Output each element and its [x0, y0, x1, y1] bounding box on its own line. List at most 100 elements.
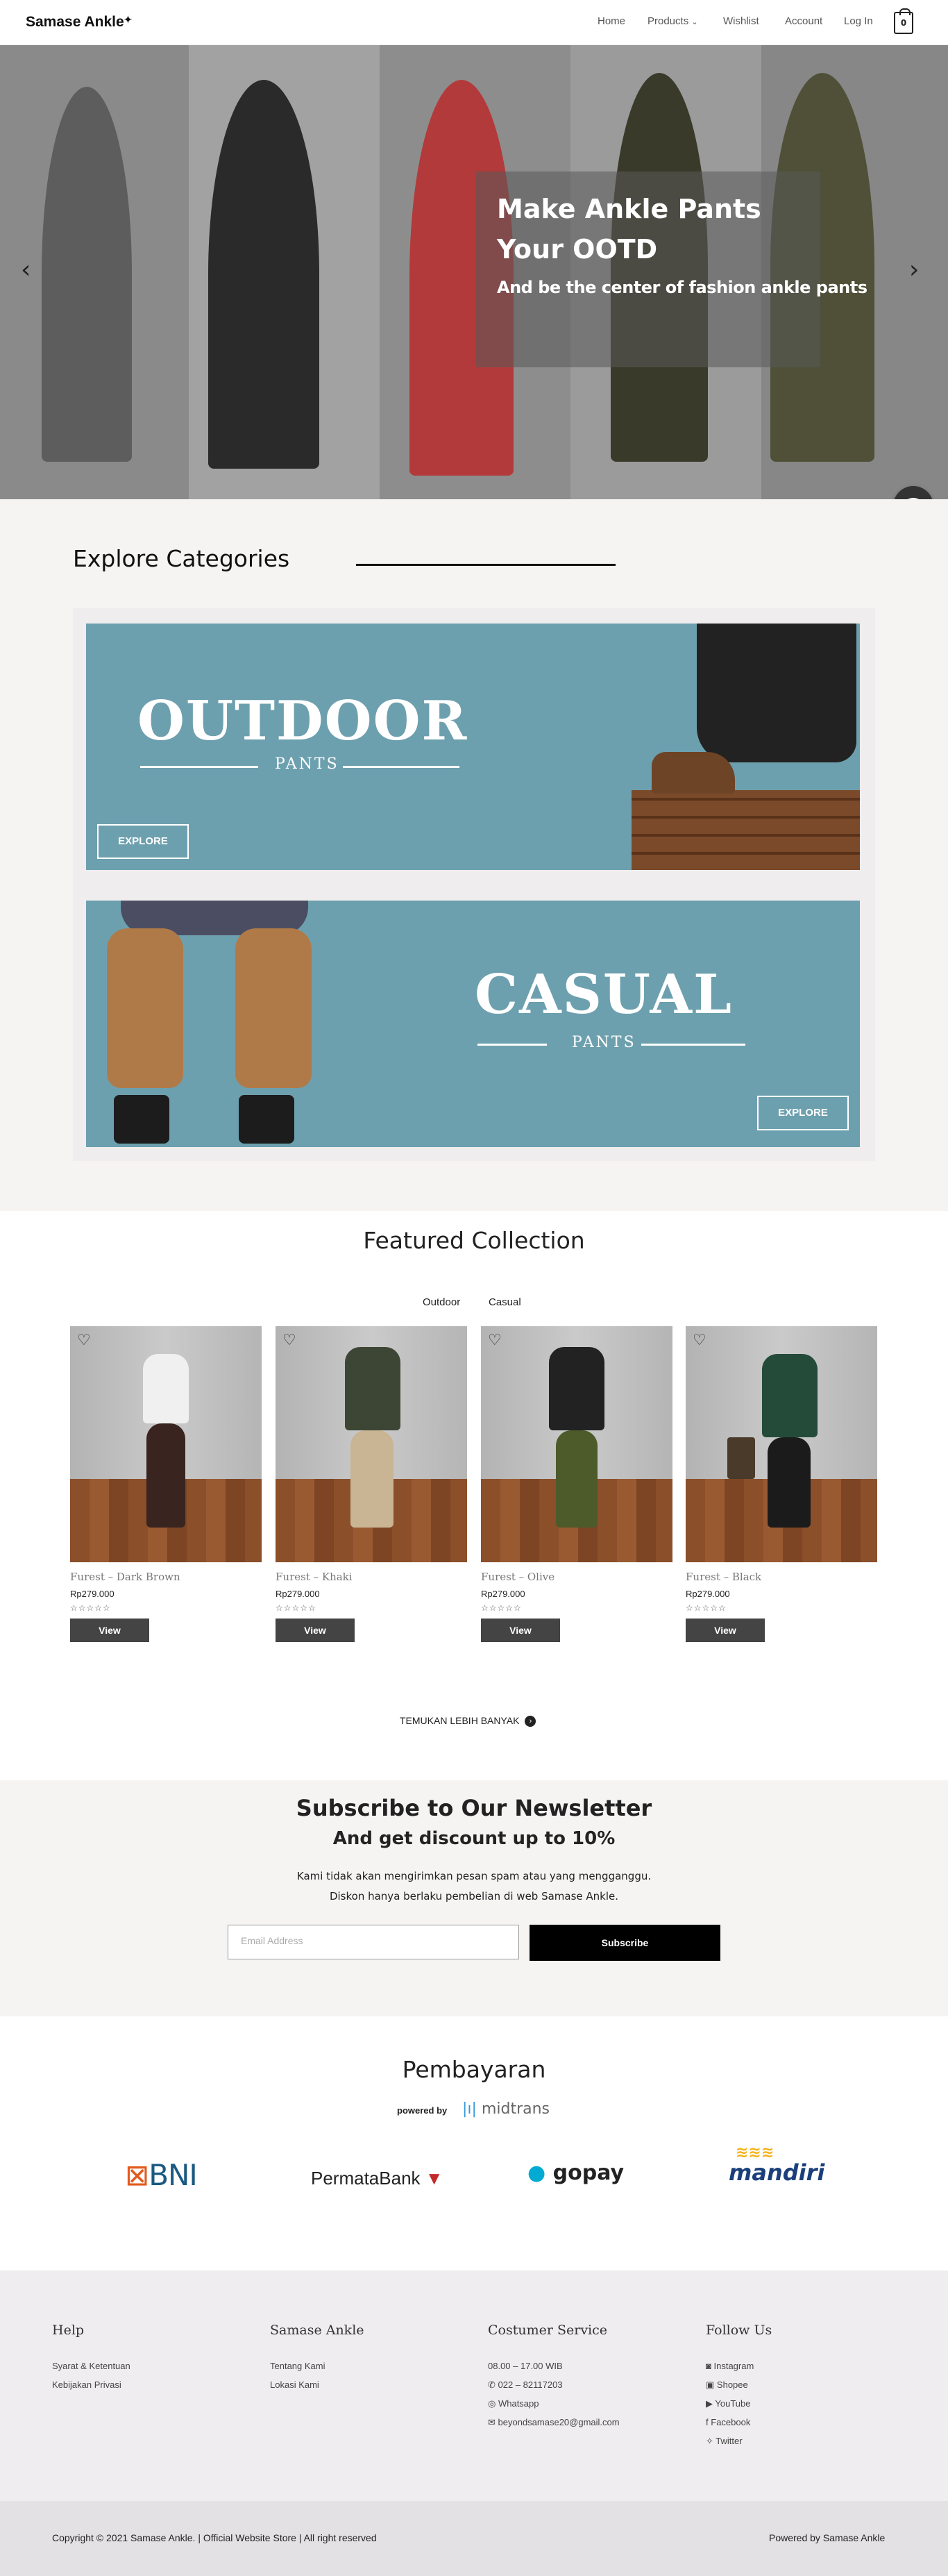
bni-logo: ⊠BNI: [125, 2158, 198, 2192]
footer-email[interactable]: ✉ beyondsamase20@gmail.com: [488, 2417, 620, 2428]
footer-link[interactable]: Lokasi Kami: [270, 2380, 319, 2390]
view-button[interactable]: View: [686, 1619, 765, 1642]
powered-by-text: Powered by Samase Ankle: [769, 2532, 886, 2543]
product-image[interactable]: ♡: [686, 1326, 877, 1562]
cart-count: 0: [900, 18, 907, 28]
footer-whatsapp[interactable]: ◎ Whatsapp: [488, 2398, 539, 2409]
footer-link[interactable]: Kebijakan Privasi: [52, 2380, 121, 2390]
arrow-right-icon: ›: [525, 1716, 536, 1728]
banner-rule: [641, 1044, 745, 1046]
site-footer: [0, 2270, 948, 2501]
banner-rule: [343, 766, 459, 768]
product-price: Rp279.000: [276, 1589, 320, 1599]
rating-stars: ☆☆☆☆☆: [276, 1603, 316, 1613]
explore-casual-button[interactable]: EXPLORE: [757, 1096, 849, 1130]
footer-social-link[interactable]: ▣ Shopee: [706, 2380, 748, 2391]
product-name[interactable]: Furest – Black: [686, 1571, 877, 1583]
facebook-icon: f: [706, 2417, 709, 2427]
nav-account[interactable]: Account: [785, 15, 822, 27]
rating-stars: ☆☆☆☆☆: [70, 1603, 111, 1613]
product-image[interactable]: ♡: [481, 1326, 672, 1562]
view-button[interactable]: View: [276, 1619, 355, 1642]
footer-social-link[interactable]: ▶ YouTube: [706, 2398, 750, 2409]
rating-stars: ☆☆☆☆☆: [686, 1603, 727, 1613]
banner-rule: [477, 1044, 547, 1046]
product-card[interactable]: ♡ Furest – Olive Rp279.000 ☆☆☆☆☆ View: [481, 1326, 672, 1642]
tab-casual[interactable]: Casual: [489, 1296, 521, 1308]
payment-title: Pembayaran: [402, 2056, 546, 2083]
nav-login[interactable]: Log In: [844, 15, 873, 27]
product-card[interactable]: ♡ Furest – Black Rp279.000 ☆☆☆☆☆ View: [686, 1326, 877, 1642]
slider-prev-icon[interactable]: ‹: [21, 256, 31, 284]
site-header: Samase Ankle✦ Home Products ⌄ Wishlist A…: [0, 0, 948, 45]
casual-model: [86, 901, 336, 1147]
cart-button[interactable]: 0: [894, 8, 913, 34]
footer-social-link[interactable]: ◙ Instagram: [706, 2361, 754, 2371]
newsletter-note: Kami tidak akan mengirimkan pesan spam a…: [296, 1870, 652, 1882]
footer-social-link[interactable]: ✧ Twitter: [706, 2436, 743, 2447]
product-name[interactable]: Furest – Olive: [481, 1571, 672, 1583]
product-name[interactable]: Furest – Khaki: [276, 1571, 467, 1583]
footer-brand-title: Samase Ankle: [270, 2323, 364, 2338]
product-price: Rp279.000: [70, 1589, 115, 1599]
footer-hours: 08.00 – 17.00 WIB: [488, 2361, 563, 2371]
footer-follow-title: Follow Us: [706, 2323, 772, 2338]
mandiri-logo: ≋≋≋ mandiri: [729, 2144, 825, 2186]
rating-stars: ☆☆☆☆☆: [481, 1603, 522, 1613]
banner-heading: CASUAL: [475, 963, 733, 1026]
product-card[interactable]: ♡ Furest – Khaki Rp279.000 ☆☆☆☆☆ View: [276, 1326, 467, 1642]
envelope-icon: ✉: [488, 2417, 496, 2427]
footer-social-link[interactable]: f Facebook: [706, 2417, 750, 2427]
product-name[interactable]: Furest – Dark Brown: [70, 1571, 262, 1583]
wishlist-heart-icon[interactable]: ♡: [693, 1332, 706, 1349]
featured-title: Featured Collection: [363, 1227, 585, 1254]
product-image[interactable]: ♡: [276, 1326, 467, 1562]
shopee-icon: ▣: [706, 2380, 715, 2390]
youtube-icon: ▶: [706, 2398, 713, 2409]
tab-outdoor[interactable]: Outdoor: [423, 1296, 460, 1308]
slider-next-icon[interactable]: ›: [909, 256, 919, 284]
twitter-icon: ✧: [706, 2436, 713, 2446]
view-button[interactable]: View: [70, 1619, 149, 1642]
banner-heading: OUTDOOR: [137, 689, 468, 753]
whatsapp-icon: ◎: [488, 2398, 496, 2409]
see-more-link[interactable]: TEMUKAN LEBIH BANYAK ›: [400, 1715, 536, 1728]
hero-subtitle: And be the center of fashion ankle pants: [497, 278, 867, 297]
phone-icon: ✆: [488, 2380, 496, 2390]
newsletter-note: Diskon hanya berlaku pembelian di web Sa…: [329, 1890, 619, 1902]
footer-link[interactable]: Tentang Kami: [270, 2361, 325, 2371]
banner-rule: [140, 766, 258, 768]
title-divider: [356, 564, 616, 566]
model-figure: [42, 87, 132, 462]
brand-logo[interactable]: Samase Ankle✦: [26, 14, 132, 31]
footer-help-title: Help: [52, 2323, 85, 2338]
nav-products[interactable]: Products ⌄: [647, 15, 698, 27]
email-field[interactable]: Email Address: [228, 1925, 519, 1959]
explore-outdoor-button[interactable]: EXPLORE: [97, 824, 189, 859]
product-image[interactable]: ♡: [70, 1326, 262, 1562]
hero-slider: Make Ankle Pants Your OOTD And be the ce…: [0, 45, 948, 499]
footer-phone[interactable]: ✆ 022 – 82117203: [488, 2380, 563, 2391]
instagram-icon: ◙: [706, 2361, 711, 2371]
categories-title: Explore Categories: [73, 545, 290, 572]
permatabank-logo: PermataBank ▼: [311, 2168, 443, 2189]
nav-home[interactable]: Home: [598, 15, 625, 27]
product-card[interactable]: ♡ Furest – Dark Brown Rp279.000 ☆☆☆☆☆ Vi…: [70, 1326, 262, 1642]
footer-service-title: Costumer Service: [488, 2323, 608, 2338]
hero-title: Make Ankle Pants Your OOTD: [497, 194, 761, 265]
casual-banner[interactable]: CASUAL PANTS EXPLORE: [86, 901, 860, 1147]
subscribe-button[interactable]: Subscribe: [530, 1925, 720, 1961]
footer-link[interactable]: Syarat & Ketentuan: [52, 2361, 130, 2371]
model-figure: [208, 80, 319, 469]
wishlist-heart-icon[interactable]: ♡: [488, 1332, 502, 1349]
nav-wishlist[interactable]: Wishlist: [723, 15, 759, 27]
copyright-text: Copyright © 2021 Samase Ankle. | Officia…: [52, 2532, 377, 2543]
view-button[interactable]: View: [481, 1619, 560, 1642]
wishlist-heart-icon[interactable]: ♡: [77, 1332, 91, 1349]
product-price: Rp279.000: [481, 1589, 525, 1599]
wishlist-heart-icon[interactable]: ♡: [282, 1332, 296, 1349]
powered-by-label: powered by: [397, 2105, 448, 2116]
chevron-down-icon: ⌄: [691, 18, 698, 26]
boot: [652, 752, 735, 794]
outdoor-banner[interactable]: OUTDOOR PANTS EXPLORE: [86, 624, 860, 870]
